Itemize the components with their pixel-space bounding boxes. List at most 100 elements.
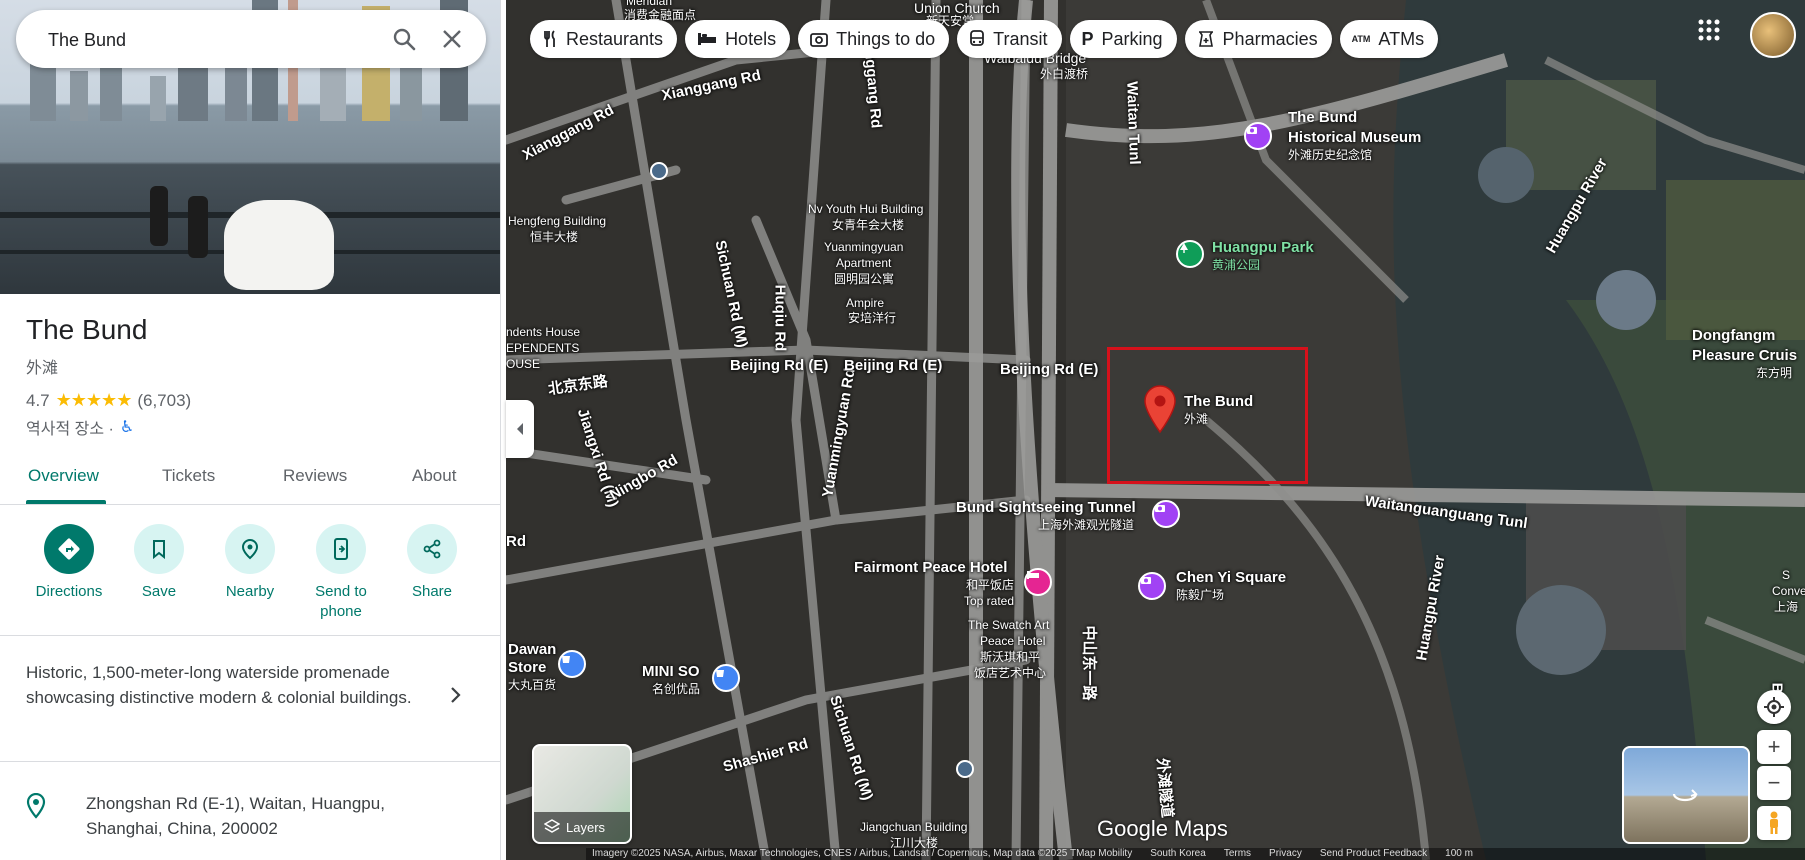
layers-label: Layers xyxy=(566,819,606,835)
street-view-thumbnail[interactable] xyxy=(1622,746,1750,844)
layers-button[interactable]: Layers xyxy=(532,744,632,844)
collapse-panel-button[interactable] xyxy=(506,400,534,458)
chip-things-to-do[interactable]: Things to do xyxy=(798,20,950,58)
privacy-link[interactable]: Privacy xyxy=(1269,848,1302,860)
bus-icon xyxy=(970,30,985,46)
map-label-beijing-e3: Beijing Rd (E) xyxy=(1000,361,1099,378)
map-label-swatch[interactable]: The Swatch Art xyxy=(968,618,1049,632)
map-label-independents[interactable]: ndents House xyxy=(506,325,580,339)
chip-atms[interactable]: ATM ATMs xyxy=(1339,20,1439,58)
save-button[interactable]: Save xyxy=(114,524,204,602)
map-label-yuanming-2[interactable]: Apartment xyxy=(836,256,891,270)
map-label-dawan[interactable]: Dawan xyxy=(508,642,556,658)
save-label: Save xyxy=(141,583,177,600)
region-link[interactable]: South Korea xyxy=(1150,848,1206,860)
wheelchair-icon: ♿ xyxy=(119,419,135,436)
tab-overview[interactable]: Overview xyxy=(28,466,99,486)
rotate-360-icon xyxy=(1672,789,1698,802)
chip-pharmacies[interactable]: Pharmacies xyxy=(1184,20,1332,58)
search-input[interactable] xyxy=(46,24,370,56)
selection-highlight-box xyxy=(1107,347,1308,484)
map-label-nv-youth[interactable]: Nv Youth Hui Building xyxy=(808,202,923,216)
map-label-bund-tunnel[interactable]: Bund Sightseeing Tunnel xyxy=(956,500,1136,516)
chip-hotels[interactable]: Hotels xyxy=(685,20,791,58)
map-label-dongfang-2[interactable]: Pleasure Cruis xyxy=(1692,348,1797,364)
tab-reviews[interactable]: Reviews xyxy=(283,466,347,486)
transit-stop-icon[interactable] xyxy=(650,162,668,180)
map-label-huqiu: Huqiu Rd xyxy=(771,284,789,352)
map-label-dawan-cn: 大丸百货 xyxy=(508,678,557,692)
map-label-hengfeng[interactable]: Hengfeng Building xyxy=(508,214,606,228)
my-location-button[interactable] xyxy=(1757,690,1791,724)
chen-yi-poi-icon[interactable] xyxy=(1138,572,1166,600)
terms-link[interactable]: Terms xyxy=(1224,848,1251,860)
minus-icon: − xyxy=(1767,770,1781,795)
map-label-yuanming-cn: 圆明园公寓 xyxy=(834,272,895,286)
zoom-out-button[interactable]: − xyxy=(1757,766,1791,800)
zoom-in-button[interactable]: + xyxy=(1757,730,1791,764)
feedback-link[interactable]: Send Product Feedback xyxy=(1320,848,1427,860)
directions-button[interactable]: Directions xyxy=(24,524,114,602)
map-label-bund-museum[interactable]: The Bund xyxy=(1288,110,1357,126)
nearby-button[interactable]: Nearby xyxy=(205,524,295,602)
category-chips: Restaurants Hotels Things to do Transit … xyxy=(530,20,1439,60)
transit-stop-icon[interactable] xyxy=(956,760,974,778)
search-icon[interactable] xyxy=(386,21,422,57)
map-label-swatch-2[interactable]: Peace Hotel xyxy=(980,634,1045,648)
place-category[interactable]: 역사적 장소 · xyxy=(26,415,114,439)
map-label-jiangchuan[interactable]: Jiangchuan Building xyxy=(860,820,967,834)
nearby-icon xyxy=(241,538,259,560)
chip-transit[interactable]: Transit xyxy=(957,20,1062,58)
send-to-phone-button[interactable]: Send to phone xyxy=(296,524,386,622)
map-label-fairmont-tag: Top rated xyxy=(964,594,1015,608)
place-description[interactable]: Historic, 1,500-meter-long waterside pro… xyxy=(26,660,426,710)
map-label-huangpu-park[interactable]: Huangpu Park xyxy=(1212,240,1314,256)
star-rating-icon: ★★★★★ xyxy=(55,390,133,410)
map-label-beijing-e1: Beijing Rd (E) xyxy=(730,357,829,374)
map-label-chen-yi[interactable]: Chen Yi Square xyxy=(1176,570,1286,586)
park-poi-icon[interactable] xyxy=(1176,240,1204,268)
map-label-yuanming[interactable]: Yuanmingyuan xyxy=(824,240,903,254)
map-label-hengfeng-cn: 恒丰大楼 xyxy=(530,230,579,244)
map-label-conv-s: S xyxy=(1782,568,1791,582)
map-label-rd-left: Rd xyxy=(506,533,526,550)
map-label-dongfang[interactable]: Dongfangm xyxy=(1692,328,1775,344)
fork-knife-icon xyxy=(544,30,555,47)
chevron-right-icon[interactable] xyxy=(450,686,462,709)
divider xyxy=(0,761,500,762)
send-to-phone-label: Send to phone xyxy=(296,582,386,622)
imagery-credit: Imagery ©2025 NASA, Airbus, Maxar Techno… xyxy=(592,848,1133,859)
atm-icon: ATM xyxy=(1351,34,1371,44)
map-label-miniso[interactable]: MINI SO xyxy=(642,664,700,680)
apps-grid-icon[interactable] xyxy=(1697,18,1721,47)
map-label-bund-museum-cn: 外滩历史纪念馆 xyxy=(1288,148,1373,162)
chip-restaurants[interactable]: Restaurants xyxy=(530,20,678,58)
share-button[interactable]: Share xyxy=(387,524,477,602)
directions-icon xyxy=(58,538,80,560)
pegman-button[interactable] xyxy=(1757,806,1791,840)
chip-things-to-do-label: Things to do xyxy=(836,28,936,49)
map-label-chen-yi-cn: 陈毅广场 xyxy=(1176,588,1225,602)
hotel-poi-icon[interactable] xyxy=(1024,568,1052,596)
tab-about[interactable]: About xyxy=(412,466,456,486)
chip-parking[interactable]: P Parking xyxy=(1069,20,1177,58)
nearby-label: Nearby xyxy=(225,583,275,600)
map-label-ampire[interactable]: Ampire xyxy=(846,296,884,310)
miniso-poi-icon[interactable] xyxy=(712,664,740,692)
share-label: Share xyxy=(411,583,453,600)
avatar[interactable] xyxy=(1750,12,1796,58)
search-box[interactable] xyxy=(16,10,486,68)
place-panel: The Bund 外滩 4.7 ★★★★★ (6,703) 역사적 장소 · ♿… xyxy=(0,0,501,860)
scale-bar[interactable]: 100 m xyxy=(1445,848,1473,860)
tab-tickets[interactable]: Tickets xyxy=(162,466,215,486)
map-label-waibaidu-cn: 外白渡桥 xyxy=(1040,67,1089,81)
place-address[interactable]: Zhongshan Rd (E-1), Waitan, Huangpu, Sha… xyxy=(86,791,466,841)
review-count[interactable]: (6,703) xyxy=(137,391,191,411)
map-label-fairmont[interactable]: Fairmont Peace Hotel xyxy=(854,560,1007,576)
shopping-poi-icon[interactable] xyxy=(558,650,586,678)
close-icon[interactable] xyxy=(434,21,470,57)
map-label-bund-museum-2[interactable]: Historical Museum xyxy=(1288,130,1421,146)
tunnel-poi-icon[interactable] xyxy=(1152,500,1180,528)
map-label-dawan-2[interactable]: Store xyxy=(508,660,546,676)
museum-poi-icon[interactable] xyxy=(1244,122,1272,150)
